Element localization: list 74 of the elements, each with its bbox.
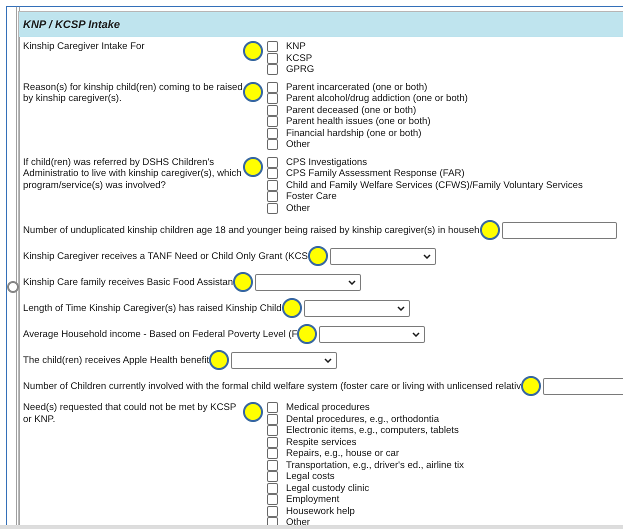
option-label: Electronic items, e.g., computers, tablets — [286, 425, 459, 436]
option-label: KNP — [286, 41, 306, 52]
text-field[interactable] — [502, 222, 617, 238]
dropdown[interactable] — [255, 274, 362, 290]
option-label: Financial hardship (one or both) — [286, 128, 422, 139]
option-label: Other — [286, 202, 310, 214]
checkbox[interactable] — [267, 180, 278, 191]
dropdown[interactable] — [304, 300, 410, 316]
field-label: Need(s) requested that could not be met by KCSP or KNP. — [23, 402, 238, 425]
checkbox[interactable] — [267, 116, 278, 128]
field-label: If child(ren) was referred by DSHS Children's Administratio to live with kinship caregiver(s), which program/service(s) was involved? — [23, 156, 243, 191]
option-label: Repairs, e.g., house or car — [286, 448, 400, 460]
checkbox[interactable] — [267, 41, 278, 52]
checkbox[interactable] — [267, 64, 278, 76]
chevron-down-icon — [422, 254, 431, 258]
field-label: Kinship Care family receives Basic Food Assistan — [23, 276, 234, 288]
option-label: Parent deceased (one or both) — [286, 104, 416, 116]
option-label: CPS Investigations — [286, 156, 368, 168]
checkbox[interactable] — [267, 93, 278, 104]
option-label: Foster Care — [286, 191, 337, 202]
checkbox[interactable] — [267, 425, 278, 436]
checkbox[interactable] — [267, 517, 278, 525]
chevron-down-icon — [324, 358, 332, 362]
option-label: Respite services — [286, 436, 356, 448]
checkbox[interactable] — [267, 471, 278, 482]
chevron-down-icon — [348, 280, 356, 284]
checkbox[interactable] — [267, 506, 278, 517]
checkbox[interactable] — [267, 402, 278, 414]
dropdown[interactable] — [319, 326, 426, 342]
option-label: Housework help — [286, 506, 355, 517]
chevron-down-icon — [396, 306, 405, 310]
option-label: Other — [286, 517, 310, 525]
option-label: Other — [286, 139, 310, 150]
option-label: Legal costs — [286, 471, 335, 482]
option-label: Child and Family Welfare Services (CFWS)/Family Voluntary Services — [286, 180, 583, 191]
checkbox[interactable] — [267, 460, 278, 471]
checkbox[interactable] — [267, 191, 278, 202]
option-label: GPRG — [286, 64, 314, 76]
field-label: The child(ren) receives Apple Health benefit — [23, 354, 210, 366]
checkbox[interactable] — [267, 156, 278, 168]
option-label: Parent incarcerated (one or both) — [286, 82, 428, 93]
field-label: Length of Time Kinship Caregiver(s) has raised Kinship Child — [23, 302, 282, 314]
chevron-down-icon — [412, 332, 420, 336]
field-label: Average Household income - Based on Federal Poverty Level (F — [23, 328, 298, 340]
checkbox[interactable] — [267, 414, 278, 425]
option-label: Employment — [286, 494, 340, 506]
checkbox[interactable] — [267, 139, 278, 150]
splitter-handle[interactable] — [7, 281, 19, 293]
dropdown[interactable] — [330, 248, 436, 264]
checkbox[interactable] — [267, 436, 278, 448]
field-label: Reason(s) for kinship child(ren) coming to be raised by kinship caregiver(s). — [23, 82, 243, 104]
option-label: Transportation, e.g., driver's ed., airline tix — [286, 460, 464, 471]
option-label: Parent health issues (one or both) — [286, 116, 431, 128]
option-label: KCSP — [286, 52, 312, 64]
checkbox[interactable] — [267, 494, 278, 506]
dropdown[interactable] — [231, 352, 338, 368]
section-title: KNP / KCSP Intake — [23, 18, 120, 30]
checkbox[interactable] — [267, 52, 278, 64]
field-label: Kinship Caregiver receives a TANF Need or Child Only Grant (KCS — [23, 250, 308, 262]
field-label: Kinship Caregiver Intake For — [23, 41, 146, 52]
option-label: Dental procedures, e.g., orthodontia — [286, 414, 440, 425]
option-label: Legal custody clinic — [286, 482, 370, 494]
checkbox[interactable] — [267, 128, 278, 139]
checkbox[interactable] — [267, 202, 278, 214]
option-label: CPS Family Assessment Response (FAR) — [286, 168, 465, 180]
option-label: Medical procedures — [286, 402, 370, 414]
checkbox[interactable] — [267, 104, 278, 116]
checkbox[interactable] — [267, 482, 278, 494]
checkbox[interactable] — [267, 168, 278, 180]
field-label: Number of unduplicated kinship children age 18 and younger being raised by kinship caregiver(s) in househ — [23, 224, 480, 236]
field-label: Number of Children currently involved with the formal child welfare system (foster care or living with unlicensed relativ — [23, 380, 522, 392]
checkbox[interactable] — [267, 448, 278, 460]
checkbox[interactable] — [267, 82, 278, 93]
option-label: Parent alcohol/drug addiction (one or both) — [286, 93, 468, 104]
